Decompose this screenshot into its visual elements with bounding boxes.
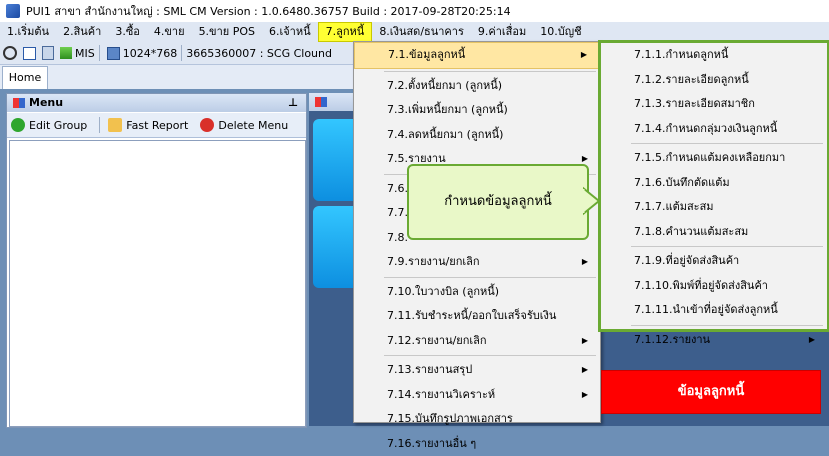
edit-group-button[interactable]: Edit Group	[7, 118, 87, 132]
submenu-arrow-icon: ▶	[582, 358, 588, 383]
callout-note: กำหนดข้อมูลลูกหนี้	[407, 164, 589, 240]
menu-item-7-15[interactable]: 7.15.บันทึกรูปภาพเอกสาร	[354, 407, 600, 432]
menu-item-7-11[interactable]: 7.11.รับชำระหนี้/ออกใบเสร็จรับเงิน	[354, 304, 600, 329]
submenu-item-7-1-5[interactable]: 7.1.5.กำหนดแต้มคงเหลือยกมา	[601, 146, 827, 171]
submenu-item-7-1-7[interactable]: 7.1.7.แต้มสะสม	[601, 195, 827, 220]
menu-item-label: 7.1.ข้อมูลลูกหนี้	[388, 48, 465, 61]
resolution-label: 1024*768	[123, 47, 178, 60]
menu-purchase[interactable]: 3.ซื้อ	[108, 22, 147, 42]
menu-divider	[631, 325, 823, 326]
company-label: 3665360007 : SCG Clound	[186, 47, 332, 60]
toolbar-divider	[99, 45, 100, 61]
submenu-item-7-1-4[interactable]: 7.1.4.กำหนดกลุ่มวงเงินลูกหนี้	[601, 117, 827, 142]
menu-item-label: 7.9.รายงาน/ยกเลิก	[387, 255, 480, 268]
submenu-item-7-1-9[interactable]: 7.1.9.ที่อยู่จัดส่งสินค้า	[601, 249, 827, 274]
menu-tree[interactable]	[9, 140, 306, 427]
submenu-arrow-icon: ▶	[582, 329, 588, 354]
menu-item-label: 7.1.12.รายงาน	[634, 333, 710, 346]
menu-divider	[384, 277, 596, 278]
menu-item-7-2[interactable]: 7.2.ตั้งหนี้ยกมา (ลูกหนี้)	[354, 74, 600, 99]
menu-panel-header: Menu ⊥	[7, 94, 306, 112]
submenu-item-7-1-6[interactable]: 7.1.6.บันทึกตัดแต้ม	[601, 171, 827, 196]
delete-icon	[200, 118, 214, 132]
submenu-arrow-icon: ▶	[809, 328, 815, 353]
menu-item-7-12[interactable]: 7.12.รายงาน/ยกเลิก ▶	[354, 329, 600, 354]
window-title: PUI1 สาขา สำนักงานใหญ่ : SML CM Version …	[26, 2, 511, 20]
menu-item-label: 7.14.รายงานวิเคราะห์	[387, 388, 495, 401]
menu-panel: Menu ⊥ Edit Group Fast Report Delete Men…	[6, 93, 307, 428]
menu-payable[interactable]: 6.เจ้าหนี้	[262, 22, 318, 42]
submenu-item-7-1-2[interactable]: 7.1.2.รายละเอียดลูกหนี้	[601, 68, 827, 93]
title-bar: PUI1 สาขา สำนักงานใหญ่ : SML CM Version …	[0, 0, 829, 22]
customer-data-button[interactable]: ข้อมูลลูกหนี้	[601, 370, 821, 414]
menu-item-7-13[interactable]: 7.13.รายงานสรุป ▶	[354, 358, 600, 383]
menu-panel-title: Menu	[29, 96, 63, 109]
delete-menu-button[interactable]: Delete Menu	[196, 118, 288, 132]
calculator-icon[interactable]	[42, 46, 54, 60]
menu-item-7-10[interactable]: 7.10.ใบวางบิล (ลูกหนี้)	[354, 280, 600, 305]
menu-item-7-1[interactable]: 7.1.ข้อมูลลูกหนี้ ▶	[354, 42, 600, 69]
menu-receivable[interactable]: 7.ลูกหนี้	[318, 22, 373, 42]
menu-divider	[384, 355, 596, 356]
menu-item-7-14[interactable]: 7.14.รายงานวิเคราะห์ ▶	[354, 383, 600, 408]
menu-item-7-3[interactable]: 7.3.เพิ่มหนี้ยกมา (ลูกหนี้)	[354, 98, 600, 123]
menu-divider	[631, 246, 823, 247]
submenu-item-7-1-8[interactable]: 7.1.8.คำนวนแต้มสะสม	[601, 220, 827, 245]
menu-panel-icon	[13, 98, 25, 108]
delete-menu-label: Delete Menu	[218, 119, 288, 132]
menu-pos[interactable]: 5.ขาย POS	[192, 22, 262, 42]
fast-report-label: Fast Report	[126, 119, 188, 132]
menu-item-7-4[interactable]: 7.4.ลดหนี้ยกมา (ลูกหนี้)	[354, 123, 600, 148]
menu-product[interactable]: 2.สินค้า	[56, 22, 108, 42]
chart-icon[interactable]	[60, 47, 72, 59]
edit-group-label: Edit Group	[29, 119, 87, 132]
callout-text: กำหนดข้อมูลลูกหนี้	[409, 166, 587, 238]
content-panel-icon	[315, 97, 327, 107]
menu-panel-toolbar: Edit Group Fast Report Delete Menu	[7, 113, 306, 138]
menu-accounting[interactable]: 10.บัญชี	[533, 22, 588, 42]
toolbar-divider	[181, 45, 182, 61]
submenu-item-7-1-10[interactable]: 7.1.10.พิมพ์ที่อยู่จัดส่งสินค้า	[601, 274, 827, 299]
clock-icon[interactable]	[3, 46, 17, 60]
submenu-arrow-icon: ▶	[582, 250, 588, 275]
mis-label[interactable]: MIS	[75, 47, 95, 60]
callout-arrow-icon	[583, 180, 601, 222]
submenu-arrow-icon: ▶	[582, 383, 588, 408]
menu-divider	[384, 71, 596, 72]
folder-icon	[108, 118, 122, 132]
menu-divider	[631, 143, 823, 144]
submenu-item-7-1-11[interactable]: 7.1.11.นำเข้าที่อยู่จัดส่งลูกหนี้	[601, 298, 827, 323]
plus-icon	[11, 118, 25, 132]
fast-report-button[interactable]: Fast Report	[104, 118, 188, 132]
menu-bar: 1.เริ่มต้น 2.สินค้า 3.ซื้อ 4.ขาย 5.ขาย P…	[0, 22, 829, 42]
menu-sale[interactable]: 4.ขาย	[147, 22, 192, 42]
menu-cash-bank[interactable]: 8.เงินสด/ธนาคาร	[372, 22, 471, 42]
menu-depreciation[interactable]: 9.ค่าเสื่อม	[471, 22, 533, 42]
pin-icon[interactable]: ⊥	[288, 94, 298, 112]
submenu-item-7-1-12[interactable]: 7.1.12.รายงาน ▶	[601, 328, 827, 353]
menu-item-label: 7.13.รายงานสรุป	[387, 363, 472, 376]
submenu-item-7-1-1[interactable]: 7.1.1.กำหนดลูกหนี้	[601, 43, 827, 68]
customer-data-submenu: 7.1.1.กำหนดลูกหนี้ 7.1.2.รายละเอียดลูกหน…	[598, 40, 829, 332]
window-icon[interactable]	[23, 47, 36, 60]
toolbar-divider	[99, 117, 100, 133]
tab-home[interactable]: Home	[2, 66, 48, 89]
menu-item-7-16[interactable]: 7.16.รายงานอื่น ๆ	[354, 432, 600, 456]
submenu-item-7-1-3[interactable]: 7.1.3.รายละเอียดสมาชิก	[601, 92, 827, 117]
app-icon	[6, 4, 20, 18]
screen-icon	[107, 47, 120, 60]
menu-item-label: 7.12.รายงาน/ยกเลิก	[387, 334, 487, 347]
menu-item-7-9[interactable]: 7.9.รายงาน/ยกเลิก ▶	[354, 250, 600, 275]
menu-start[interactable]: 1.เริ่มต้น	[0, 22, 56, 42]
submenu-arrow-icon: ▶	[581, 43, 587, 68]
